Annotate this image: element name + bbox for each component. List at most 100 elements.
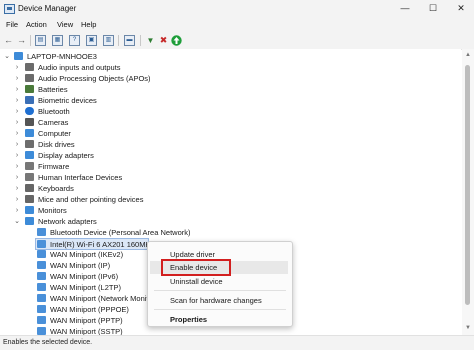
speaker-icon — [25, 74, 34, 82]
network-adapter-icon — [37, 316, 46, 324]
expand-icon[interactable]: › — [14, 106, 20, 117]
monitor-icon — [25, 206, 34, 214]
expand-icon[interactable]: › — [14, 117, 20, 128]
mouse-icon — [25, 195, 34, 203]
scroll-down-icon[interactable]: ▼ — [465, 325, 471, 331]
menu-file[interactable]: File — [6, 20, 18, 29]
resources-icon[interactable]: ▥ — [103, 35, 114, 46]
tree-child-label: WAN Miniport (Network Monit — [50, 294, 149, 303]
camera-icon — [25, 118, 34, 126]
title-bar: Device Manager — ☐ ✕ — [0, 0, 474, 18]
tree-item-label: Batteries — [38, 85, 68, 94]
tree-item-label: Network adapters — [38, 217, 97, 226]
close-button[interactable]: ✕ — [448, 2, 474, 15]
tree-view-icon[interactable]: ▦ — [52, 35, 63, 46]
network-adapter-icon — [37, 272, 46, 280]
menu-view[interactable]: View — [57, 20, 73, 29]
expand-icon[interactable]: › — [14, 205, 20, 216]
fingerprint-icon — [25, 96, 34, 104]
status-text: Enables the selected device. — [3, 339, 93, 346]
tree-item-label: Monitors — [38, 206, 67, 215]
computer-icon — [14, 52, 23, 60]
tree-item-label: Bluetooth — [38, 107, 70, 116]
tree-item-label: Human Interface Devices — [38, 173, 123, 182]
uninstall-icon[interactable]: ✖ — [158, 35, 169, 46]
tree-child-label: WAN Miniport (IKEv2) — [50, 250, 124, 259]
chip-icon — [25, 162, 34, 170]
toolbar-separator — [30, 35, 31, 46]
network-adapter-icon — [37, 228, 46, 236]
tree-child-label: Bluetooth Device (Personal Area Network) — [50, 228, 191, 237]
scan-hardware-icon[interactable]: ▬ — [124, 35, 135, 46]
context-menu: Update driver Enable device Uninstall de… — [147, 241, 293, 327]
back-icon[interactable]: ← — [3, 35, 14, 46]
speaker-icon — [25, 63, 34, 71]
tree-item-label: Audio Processing Objects (APOs) — [38, 74, 151, 83]
menu-separator — [154, 309, 286, 310]
toolbar-separator — [140, 35, 141, 46]
menu-bar: File Action View Help — [0, 18, 474, 32]
tree-item-label: Cameras — [38, 118, 69, 127]
network-adapter-icon — [37, 250, 46, 258]
tree-item-label: Mice and other pointing devices — [38, 195, 144, 204]
update-driver-menu-item[interactable]: Update driver — [170, 250, 215, 259]
network-adapter-icon — [37, 261, 46, 269]
expand-icon[interactable]: › — [14, 128, 20, 139]
tree-child-label: WAN Miniport (IP) — [50, 261, 111, 270]
help-icon[interactable]: ? — [69, 35, 80, 46]
network-adapter-icon — [37, 305, 46, 313]
tree-child-label: WAN Miniport (PPPOE) — [50, 305, 129, 314]
update-driver-icon[interactable]: ▼ — [145, 35, 156, 46]
forward-icon[interactable]: → — [16, 35, 27, 46]
expand-icon[interactable]: › — [14, 84, 20, 95]
enable-device-icon[interactable] — [171, 35, 182, 46]
status-bar: Enables the selected device. — [0, 335, 474, 350]
expand-icon[interactable]: › — [14, 183, 20, 194]
properties-menu-item[interactable]: Properties — [170, 315, 207, 324]
expand-icon[interactable]: › — [14, 95, 20, 106]
network-icon — [25, 217, 34, 225]
tree-child-label: WAN Miniport (L2TP) — [50, 283, 121, 292]
collapse-icon[interactable]: ⌄ — [14, 216, 20, 227]
tree-item-label: Display adapters — [38, 151, 94, 160]
toolbar: ← → ▤ ▦ ? ▣ ▥ ▬ ▼ ✖ — [0, 32, 474, 50]
tree-child-label: WAN Miniport (SSTP) — [50, 327, 123, 335]
expand-icon[interactable]: › — [14, 194, 20, 205]
battery-icon — [25, 85, 34, 93]
network-adapter-icon — [37, 283, 46, 291]
maximize-button[interactable]: ☐ — [420, 2, 446, 15]
network-adapter-icon — [37, 240, 46, 248]
tree-child-label: WAN Miniport (IPv6) — [50, 272, 119, 281]
tree-item-label: Biometric devices — [38, 96, 97, 105]
window-title: Device Manager — [18, 4, 77, 13]
vertical-scrollbar[interactable]: ▲ ▼ — [462, 49, 474, 335]
menu-help[interactable]: Help — [81, 20, 96, 29]
toolbar-separator — [118, 35, 119, 46]
tree-item-label: Keyboards — [38, 184, 74, 193]
expand-icon[interactable]: › — [14, 73, 20, 84]
device-manager-icon — [4, 4, 15, 14]
network-adapter-icon — [37, 327, 46, 335]
expand-icon[interactable]: › — [14, 150, 20, 161]
show-hidden-icon[interactable]: ▣ — [86, 35, 97, 46]
annotation-highlight-box — [161, 259, 231, 276]
expand-icon[interactable]: › — [14, 62, 20, 73]
disk-icon — [25, 140, 34, 148]
properties-view-icon[interactable]: ▤ — [35, 35, 46, 46]
expand-icon[interactable]: › — [14, 161, 20, 172]
minimize-button[interactable]: — — [392, 2, 418, 15]
keyboard-icon — [25, 184, 34, 192]
scroll-thumb[interactable] — [465, 65, 470, 305]
menu-action[interactable]: Action — [26, 20, 47, 29]
computer-icon — [25, 129, 34, 137]
expand-icon[interactable]: › — [14, 172, 20, 183]
tree-child-label: WAN Miniport (PPTP) — [50, 316, 123, 325]
collapse-icon[interactable]: ⌄ — [4, 51, 10, 62]
scan-hardware-menu-item[interactable]: Scan for hardware changes — [170, 296, 262, 305]
display-icon — [25, 151, 34, 159]
expand-icon[interactable]: › — [14, 139, 20, 150]
tree-item-label: Firmware — [38, 162, 70, 171]
scroll-up-icon[interactable]: ▲ — [465, 52, 471, 58]
uninstall-device-menu-item[interactable]: Uninstall device — [170, 277, 223, 286]
network-adapter-icon — [37, 294, 46, 302]
